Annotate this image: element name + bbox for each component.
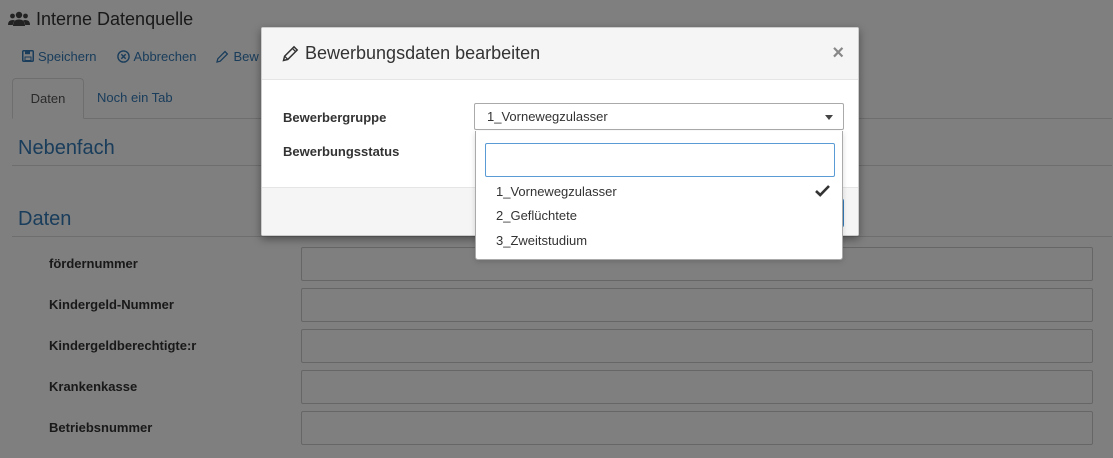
option-label: 1_Vornewegzulasser xyxy=(496,184,617,199)
dropdown-option[interactable]: 3_Zweitstudium xyxy=(476,229,842,253)
modal-header: Bewerbungsdaten bearbeiten × xyxy=(262,28,858,80)
bewerbergruppe-dropdown: 1_Vornewegzulasser 2_Geflüchtete 3_Zweit… xyxy=(475,131,843,260)
close-icon[interactable]: × xyxy=(832,43,844,63)
pencil-icon xyxy=(282,45,299,62)
dropdown-search-input[interactable] xyxy=(485,143,835,177)
checkmark-icon xyxy=(815,185,830,197)
modal-title-text: Bewerbungsdaten bearbeiten xyxy=(305,43,541,63)
bewerbergruppe-selected-value: 1_Vornewegzulasser xyxy=(487,109,608,124)
bewerbergruppe-select[interactable]: 1_Vornewegzulasser xyxy=(474,103,844,130)
option-label: 3_Zweitstudium xyxy=(496,233,588,248)
bewerbungsstatus-label: Bewerbungsstatus xyxy=(283,144,400,159)
dropdown-option[interactable]: 1_Vornewegzulasser xyxy=(476,180,842,204)
bewerbergruppe-label: Bewerbergruppe xyxy=(283,110,387,125)
caret-down-icon xyxy=(825,115,833,120)
modal-title: Bewerbungsdaten bearbeiten xyxy=(282,43,540,64)
option-label: 2_Geflüchtete xyxy=(496,208,577,223)
dropdown-option[interactable]: 2_Geflüchtete xyxy=(476,204,842,228)
